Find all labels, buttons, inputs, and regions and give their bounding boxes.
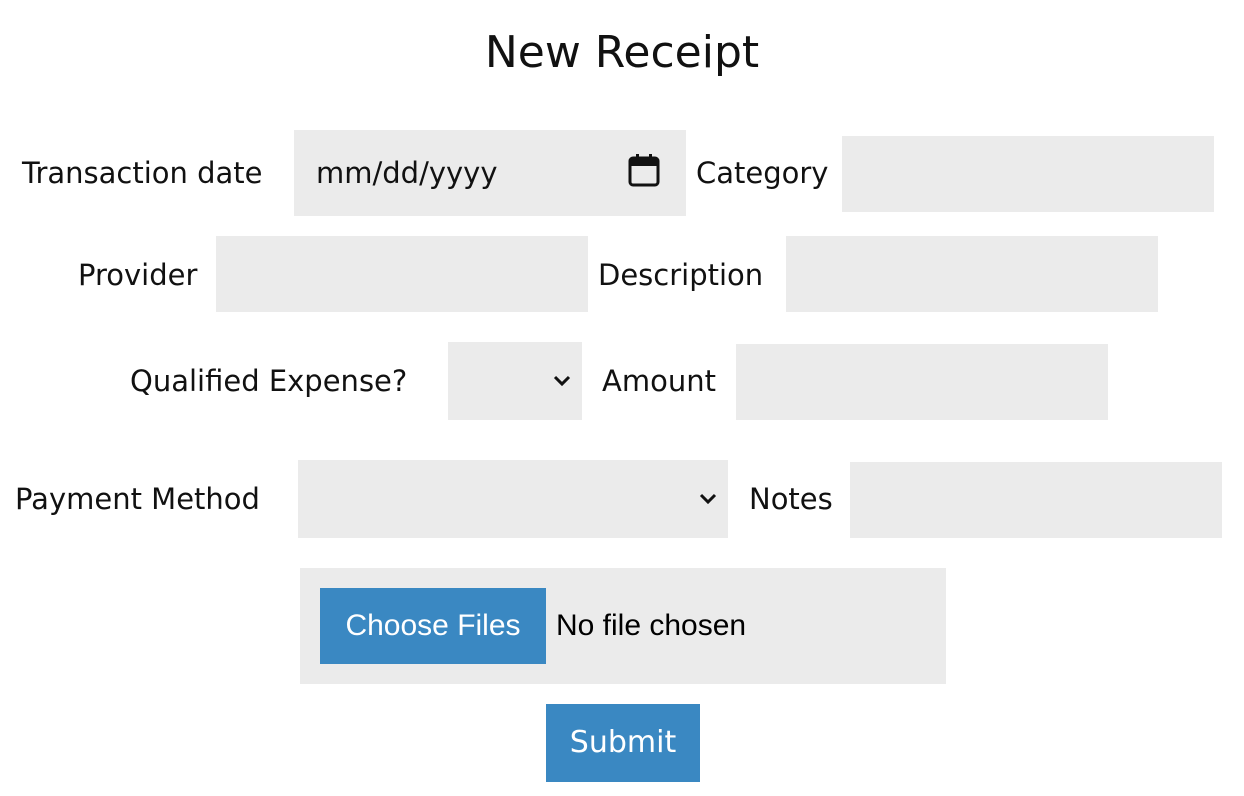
provider-label: Provider bbox=[78, 258, 198, 292]
amount-label: Amount bbox=[602, 364, 716, 398]
page-title: New Receipt bbox=[484, 27, 760, 78]
category-label: Category bbox=[696, 156, 829, 190]
chevron-down-icon bbox=[553, 375, 571, 387]
description-label: Description bbox=[598, 258, 764, 292]
provider-input[interactable] bbox=[216, 236, 588, 312]
description-input[interactable] bbox=[786, 236, 1158, 312]
calendar-icon[interactable] bbox=[628, 153, 660, 194]
qualified-expense-select[interactable] bbox=[448, 342, 582, 420]
notes-input[interactable] bbox=[850, 462, 1222, 538]
file-upload-field[interactable]: Choose Files No file chosen bbox=[300, 568, 946, 684]
transaction-date-input[interactable]: mm/dd/yyyy bbox=[294, 130, 686, 216]
chevron-down-icon bbox=[699, 493, 717, 505]
category-input[interactable] bbox=[842, 136, 1214, 212]
file-status-text: No file chosen bbox=[556, 609, 747, 642]
transaction-date-placeholder: mm/dd/yyyy bbox=[316, 156, 498, 190]
transaction-date-label: Transaction date bbox=[22, 156, 263, 190]
payment-method-select[interactable] bbox=[298, 460, 728, 538]
qualified-expense-label: Qualified Expense? bbox=[130, 364, 408, 398]
choose-files-button[interactable]: Choose Files bbox=[320, 588, 546, 664]
submit-button[interactable]: Submit bbox=[546, 704, 700, 782]
payment-method-label: Payment Method bbox=[15, 482, 260, 516]
amount-input[interactable] bbox=[736, 344, 1108, 420]
notes-label: Notes bbox=[749, 482, 833, 516]
